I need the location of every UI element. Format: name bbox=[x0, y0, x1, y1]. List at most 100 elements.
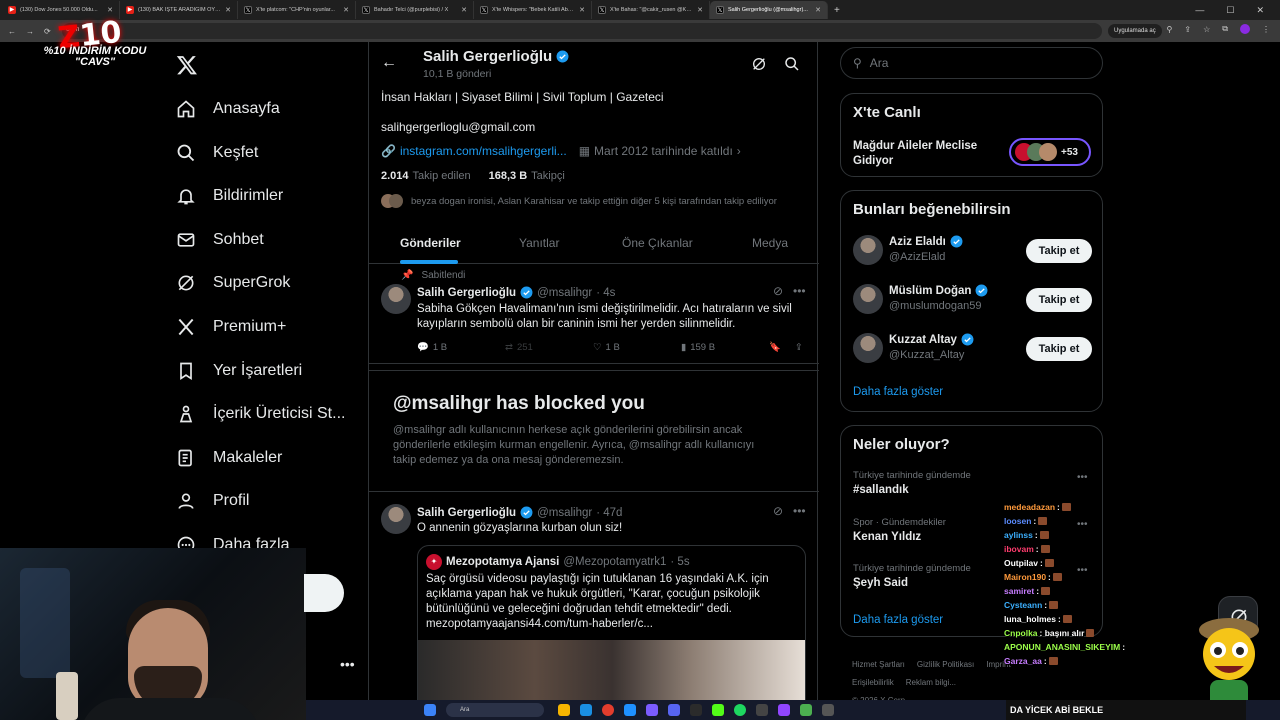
forward-icon[interactable]: → bbox=[26, 27, 34, 36]
zoom-icon[interactable]: ⚲ bbox=[1167, 25, 1173, 34]
post-button[interactable] bbox=[304, 574, 344, 612]
maximize-icon[interactable]: ☐ bbox=[1226, 5, 1234, 16]
tab-posts[interactable]: Gönderiler bbox=[400, 236, 461, 250]
search-input[interactable]: ⚲ Ara bbox=[840, 47, 1103, 79]
live-event[interactable]: Mağdur Aileler Meclise Gidiyor bbox=[853, 139, 1003, 169]
search-icon[interactable] bbox=[784, 56, 800, 72]
file-explorer-icon[interactable] bbox=[558, 704, 570, 716]
follow-button[interactable]: Takip et bbox=[1026, 337, 1092, 361]
nav-item-x-premium[interactable]: Premium+ bbox=[175, 312, 286, 342]
nav-item-articles[interactable]: Makaleler bbox=[175, 443, 282, 473]
browser-profile-avatar[interactable] bbox=[1240, 24, 1250, 34]
open-in-app-button[interactable]: Uygulamada aç bbox=[1108, 24, 1162, 38]
discord-icon[interactable] bbox=[668, 704, 680, 716]
tweet[interactable]: Salih Gergerlioğlu @msalihgr · 47d ⊘ •••… bbox=[369, 492, 819, 715]
show-more-link[interactable]: Daha fazla göster bbox=[853, 386, 943, 398]
taskbar-search[interactable]: Ara bbox=[446, 703, 544, 717]
close-tab-icon[interactable]: ✕ bbox=[579, 6, 585, 14]
browser-tab[interactable]: 𝕏 X'te Whispers: "Bebek Katili Abd... ✕ bbox=[474, 1, 592, 19]
x-logo-icon[interactable] bbox=[176, 54, 198, 76]
nav-item-profile[interactable]: Profil bbox=[175, 486, 249, 516]
star-icon[interactable]: ☆ bbox=[1203, 25, 1210, 34]
pinned-tweet[interactable]: 📌 Sabitlendi Salih Gergerlioğlu @msalihgr… bbox=[369, 264, 819, 364]
follow-button[interactable]: Takip et bbox=[1026, 288, 1092, 312]
spotify-icon[interactable] bbox=[734, 704, 746, 716]
followed-by-row[interactable]: beyza dogan ironisi, Aslan Karahisar ve … bbox=[381, 194, 777, 208]
nav-item-mail[interactable]: Sohbet bbox=[175, 225, 264, 255]
footer-link[interactable]: Reklam bilgi... bbox=[906, 674, 956, 692]
nav-item-grok[interactable]: SuperGrok bbox=[175, 268, 290, 298]
show-more-link[interactable]: Daha fazla göster bbox=[853, 614, 943, 626]
grok-icon[interactable]: ⊘ bbox=[773, 284, 783, 298]
chrome-icon[interactable] bbox=[602, 704, 614, 716]
edge-icon[interactable] bbox=[580, 704, 592, 716]
profile-link[interactable]: instagram.com/msalihgergerli... bbox=[400, 144, 567, 158]
close-tab-icon[interactable]: ✕ bbox=[815, 6, 821, 14]
author-name[interactable]: Salih Gergerlioğlu bbox=[417, 287, 516, 299]
footer-link[interactable]: Erişilebilirlik bbox=[852, 674, 894, 692]
close-tab-icon[interactable]: ✕ bbox=[461, 6, 467, 14]
following-count[interactable]: 2.014 bbox=[381, 170, 409, 182]
tab-media[interactable]: Medya bbox=[752, 236, 788, 250]
app-icon[interactable] bbox=[822, 704, 834, 716]
close-tab-icon[interactable]: ✕ bbox=[225, 6, 231, 14]
url-field[interactable]: com bbox=[62, 23, 1102, 39]
grok-icon[interactable]: ⊘ bbox=[773, 504, 783, 518]
more-icon[interactable]: ••• bbox=[793, 284, 806, 298]
live-participants[interactable]: +53 bbox=[1009, 138, 1091, 166]
close-tab-icon[interactable]: ✕ bbox=[343, 6, 349, 14]
browser-menu-icon[interactable]: ⋮ bbox=[1262, 25, 1270, 34]
share-icon[interactable]: ⇪ bbox=[795, 342, 803, 353]
nav-item-bell[interactable]: Bildirimler bbox=[175, 181, 283, 211]
views-button[interactable]: ▮ 159 B bbox=[681, 342, 769, 353]
tab-replies[interactable]: Yanıtlar bbox=[519, 236, 559, 250]
obs-icon[interactable] bbox=[690, 704, 702, 716]
followers-count[interactable]: 168,3 B bbox=[489, 170, 528, 182]
browser-tab[interactable]: 𝕏 Salih Gergerlioğlu (@msalihgr)... ✕ bbox=[710, 1, 828, 19]
back-icon[interactable]: ← bbox=[8, 27, 16, 36]
nav-item-bookmark[interactable]: Yer İşaretleri bbox=[175, 356, 302, 386]
extensions-icon[interactable]: ⧉ bbox=[1222, 24, 1228, 34]
bookmark-icon[interactable]: 🔖 bbox=[769, 342, 781, 353]
suggested-user[interactable]: Aziz Elaldı @AzizElald Takip et bbox=[841, 233, 1104, 277]
quoted-tweet[interactable]: ✦ Mezopotamya Ajansi @Mezopotamyatrk1 · … bbox=[417, 545, 806, 715]
grok-analyze-icon[interactable] bbox=[751, 56, 767, 72]
more-icon[interactable]: ••• bbox=[1077, 472, 1088, 483]
reply-button[interactable]: 💬 1 B bbox=[417, 342, 505, 353]
new-tab-button[interactable]: + bbox=[834, 5, 840, 16]
footer-link[interactable]: Gizlilik Politikası bbox=[917, 656, 974, 674]
close-tab-icon[interactable]: ✕ bbox=[697, 6, 703, 14]
browser-tab[interactable]: ▶ (130) BAK İŞTE ARADIĞIM OYU... ✕ bbox=[120, 1, 238, 19]
like-button[interactable]: ♡ 1 B bbox=[593, 342, 681, 353]
tab-highlights[interactable]: Öne Çıkanlar bbox=[622, 236, 693, 250]
reload-icon[interactable]: ⟳ bbox=[44, 27, 51, 36]
author-name[interactable]: Salih Gergerlioğlu bbox=[417, 507, 516, 519]
footer-link[interactable]: Hizmet Şartları bbox=[852, 656, 905, 674]
kick-icon[interactable] bbox=[712, 704, 724, 716]
repost-button[interactable]: ⇄ 251 bbox=[505, 342, 593, 353]
avatar[interactable] bbox=[381, 504, 411, 534]
browser-tab[interactable]: 𝕏 X'te platcom: "CHP'nin oyunlar... ✕ bbox=[238, 1, 356, 19]
suggested-user[interactable]: Müslüm Doğan @muslumdogan59 Takip et bbox=[841, 282, 1104, 326]
close-tab-icon[interactable]: ✕ bbox=[107, 6, 113, 14]
back-arrow-icon[interactable]: ← bbox=[381, 54, 397, 72]
account-more-icon[interactable]: ••• bbox=[340, 656, 355, 672]
store-icon[interactable] bbox=[624, 704, 636, 716]
avatar[interactable] bbox=[381, 284, 411, 314]
nav-item-creator-studio[interactable]: İçerik Üreticisi St... bbox=[175, 399, 345, 429]
follow-button[interactable]: Takip et bbox=[1026, 239, 1092, 263]
minimize-icon[interactable]: — bbox=[1195, 5, 1204, 15]
more-icon[interactable]: ••• bbox=[793, 504, 806, 518]
twitch-icon[interactable] bbox=[778, 704, 790, 716]
close-window-icon[interactable]: ✕ bbox=[1256, 5, 1264, 16]
app-icon[interactable] bbox=[800, 704, 812, 716]
suggested-user[interactable]: Kuzzat Altay @Kuzzat_Altay Takip et bbox=[841, 331, 1104, 375]
browser-tab[interactable]: 𝕏 X'te Bahas: "@cakir_rusen @Ka... ✕ bbox=[592, 1, 710, 19]
app-icon[interactable] bbox=[756, 704, 768, 716]
start-icon[interactable] bbox=[424, 704, 436, 716]
share-icon[interactable]: ⇪ bbox=[1184, 25, 1191, 34]
nav-item-search[interactable]: Keşfet bbox=[175, 138, 258, 168]
app-icon[interactable] bbox=[646, 704, 658, 716]
browser-tab[interactable]: 𝕏 Bahadır Telci (@purplebisi) / X ✕ bbox=[356, 1, 474, 19]
nav-item-home[interactable]: Anasayfa bbox=[175, 94, 280, 124]
